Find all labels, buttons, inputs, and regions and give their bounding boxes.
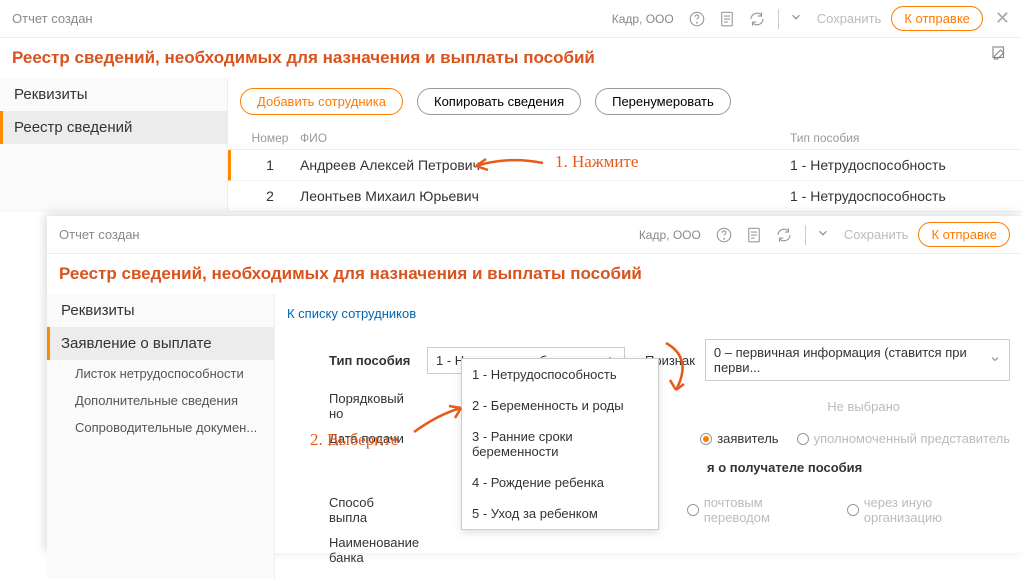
sidebar-sub-additional[interactable]: Дополнительные сведения <box>47 387 274 414</box>
chevron-down-icon[interactable] <box>789 10 803 27</box>
refresh-icon[interactable] <box>746 8 768 30</box>
type-label: Тип пособия <box>287 353 417 368</box>
org-name: Кадр, ООО <box>639 228 701 242</box>
ord-label: Порядковый но <box>287 391 417 421</box>
radio-proxy[interactable]: уполномоченный представитель <box>797 431 1010 446</box>
bank-label: Наименование банка <box>287 535 447 565</box>
sign-select[interactable]: 0 – первичная информация (ставится при п… <box>705 339 1010 381</box>
dropdown-option[interactable]: 5 - Уход за ребенком <box>462 498 658 529</box>
help-icon[interactable] <box>686 8 708 30</box>
date-label: Дата подачи <box>287 431 417 446</box>
status-text: Отчет создан <box>12 11 612 26</box>
radio-post[interactable]: почтовым переводом <box>687 495 829 525</box>
sidebar-item-requisites[interactable]: Реквизиты <box>47 294 274 327</box>
type-dropdown[interactable]: 1 - Нетрудоспособность 2 - Беременность … <box>461 358 659 530</box>
add-employee-button[interactable]: Добавить сотрудника <box>240 88 403 115</box>
sidebar-item-registry[interactable]: Реестр сведений <box>0 111 227 144</box>
dropdown-option[interactable]: 2 - Беременность и роды <box>462 390 658 421</box>
notes-icon[interactable] <box>743 224 765 246</box>
org-name: Кадр, ООО <box>612 12 674 26</box>
help-icon[interactable] <box>713 224 735 246</box>
toolbar: Добавить сотрудника Копировать сведения … <box>228 86 1022 127</box>
sidebar-sub-docs[interactable]: Сопроводительные докумен... <box>47 414 274 441</box>
refresh-icon[interactable] <box>773 224 795 246</box>
edit-icon[interactable] <box>990 44 1008 65</box>
back-link[interactable]: К списку сотрудников <box>275 302 428 325</box>
dropdown-option[interactable]: 3 - Ранние сроки беременности <box>462 421 658 467</box>
chevron-down-icon <box>989 353 1001 368</box>
header: Отчет создан Кадр, ООО Сохранить К отпра… <box>47 216 1022 254</box>
pay-radio-group: а МИР почтовым переводом через иную орга… <box>630 495 1010 525</box>
separator <box>805 225 806 245</box>
table-row[interactable]: 2 Леонтьев Михаил Юрьевич 1 - Нетрудоспо… <box>228 181 1022 212</box>
employee-table: Номер ФИО Тип пособия 1 Андреев Алексей … <box>228 127 1022 212</box>
col-header-num: Номер <box>240 131 300 145</box>
radio-other[interactable]: через иную организацию <box>847 495 1010 525</box>
applicant-radio-group: заявитель уполномоченный представитель <box>700 431 1010 446</box>
page-title: Реестр сведений, необходимых для назначе… <box>47 254 1022 294</box>
page-title: Реестр сведений, необходимых для назначе… <box>0 38 1022 78</box>
header: Отчет создан Кадр, ООО Сохранить К отпра… <box>0 0 1022 38</box>
save-button[interactable]: Сохранить <box>844 227 909 242</box>
sidebar: Реквизиты Реестр сведений <box>0 78 228 212</box>
send-button[interactable]: К отправке <box>918 222 1010 247</box>
separator <box>778 9 779 29</box>
status-text: Отчет создан <box>59 227 639 242</box>
sidebar-item-application[interactable]: Заявление о выплате <box>47 327 274 360</box>
window-detail: Отчет создан Кадр, ООО Сохранить К отпра… <box>47 216 1022 553</box>
table-row[interactable]: 1 Андреев Алексей Петрович 1 - Нетрудосп… <box>228 150 1022 181</box>
send-button[interactable]: К отправке <box>891 6 983 31</box>
dropdown-option[interactable]: 4 - Рождение ребенка <box>462 467 658 498</box>
radio-applicant[interactable]: заявитель <box>700 431 778 446</box>
sidebar-sub-sickleave[interactable]: Листок нетрудоспособности <box>47 360 274 387</box>
section-recipient: я о получателе пособия <box>707 460 1010 475</box>
copy-info-button[interactable]: Копировать сведения <box>417 88 581 115</box>
pay-label: Способ выпла <box>287 495 415 525</box>
col-header-type: Тип пособия <box>790 131 1010 145</box>
save-button[interactable]: Сохранить <box>817 11 882 26</box>
dropdown-option[interactable]: 1 - Нетрудоспособность <box>462 359 658 390</box>
sidebar: Реквизиты Заявление о выплате Листок нет… <box>47 294 275 579</box>
notes-icon[interactable] <box>716 8 738 30</box>
not-selected: Не выбрано <box>827 399 900 414</box>
chevron-down-icon[interactable] <box>816 226 830 243</box>
close-icon[interactable]: ✕ <box>995 8 1010 29</box>
col-header-fio: ФИО <box>300 131 790 145</box>
renumber-button[interactable]: Перенумеровать <box>595 88 731 115</box>
sidebar-item-requisites[interactable]: Реквизиты <box>0 78 227 111</box>
